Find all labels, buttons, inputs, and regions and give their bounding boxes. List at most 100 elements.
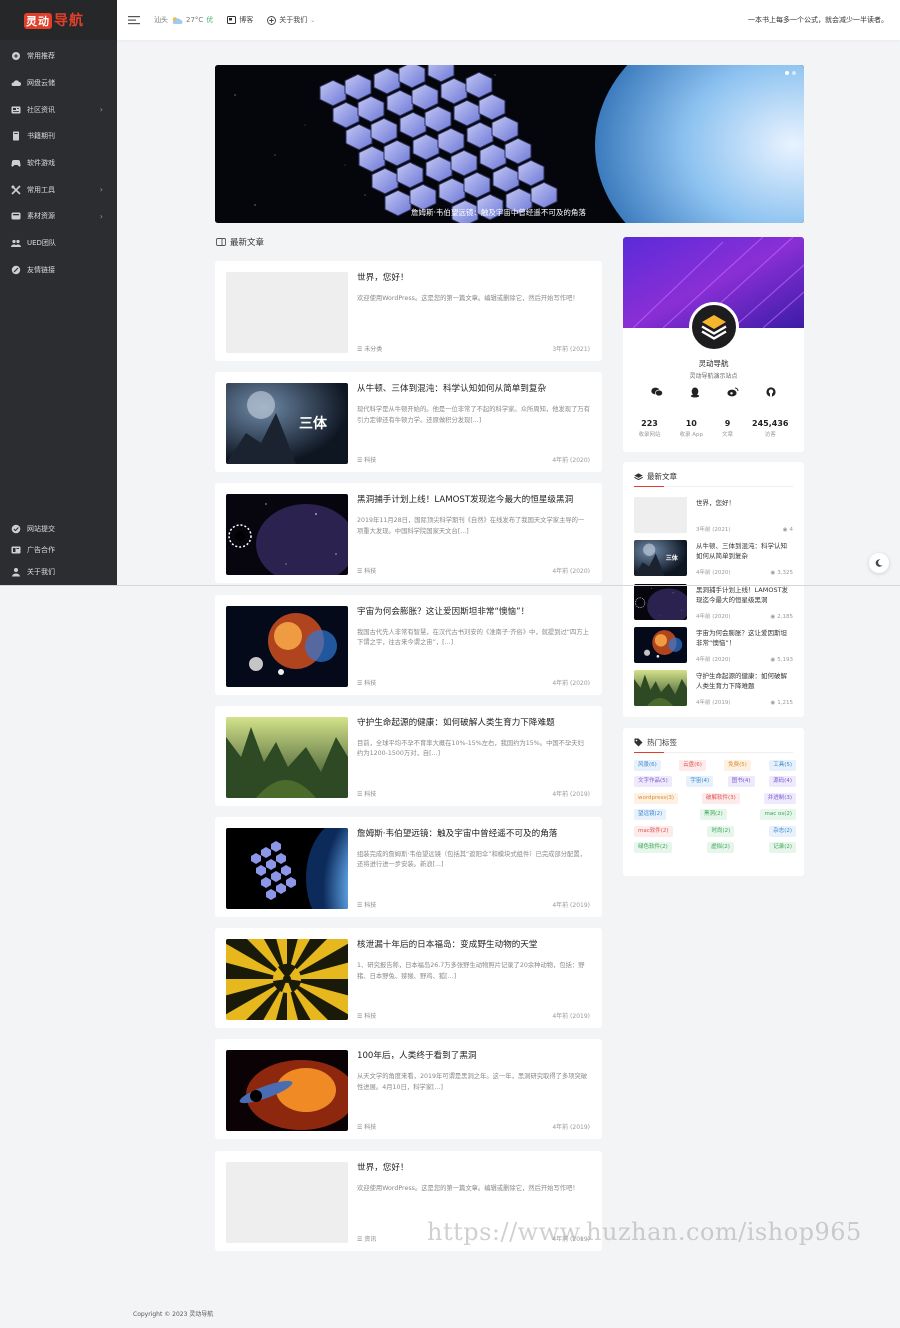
post-category[interactable]: ☰ 未分类 <box>357 344 382 353</box>
tag-chip[interactable]: 并进制(3) <box>763 792 796 804</box>
post-thumbnail-wrap[interactable] <box>226 605 348 687</box>
post-card[interactable]: 100年后，人类终于看到了黑洞 从天文学的角度来看，2019年可谓是黑洞之年。这… <box>215 1039 602 1140</box>
tag-chip[interactable]: 破解软件(3) <box>701 792 740 804</box>
mini-post[interactable]: 黑洞捕手计划上线！LAMOST发现迄今最大的恒星级黑洞 4年前 (2020) ◉… <box>634 583 793 620</box>
sidebar-item[interactable]: 社区资讯 › <box>0 96 117 123</box>
post-category[interactable]: ☰ 科技 <box>357 1122 376 1131</box>
sidebar-item[interactable]: 书籍期刊 <box>0 123 117 150</box>
post-category[interactable]: ☰ 资讯 <box>357 1234 376 1243</box>
post-category[interactable]: ☰ 科技 <box>357 566 376 575</box>
banner-dot[interactable] <box>785 71 789 75</box>
site-logo[interactable]: 灵动 导航 <box>0 0 117 40</box>
tag-chip[interactable]: 源码(4) <box>769 776 796 788</box>
mini-thumbnail-wrap[interactable]: 三体 <box>634 540 687 577</box>
sidebar-item-label: 广告合作 <box>27 546 55 555</box>
mini-post[interactable]: 宇宙为何会膨胀？这让爱因斯坦非常“懊恼”！ 4年前 (2020) ◉ 5,193 <box>634 626 793 663</box>
sidebar-item[interactable]: 关于我们 <box>0 561 117 583</box>
tag-chip[interactable]: mac os(2) <box>760 809 796 821</box>
weather-widget[interactable]: 汕头 27°C 优 <box>154 15 213 25</box>
tag-chip[interactable]: 文字作品(5) <box>634 776 672 788</box>
mini-post-title[interactable]: 黑洞捕手计划上线！LAMOST发现迄今最大的恒星级黑洞 <box>696 585 793 605</box>
sidebar-item[interactable]: 常用工具 › <box>0 176 117 203</box>
avatar[interactable] <box>689 302 739 352</box>
post-title[interactable]: 100年后，人类终于看到了黑洞 <box>357 1050 592 1063</box>
sidebar-item[interactable]: 广告合作 <box>0 540 117 562</box>
github-icon[interactable] <box>766 387 776 397</box>
sidebar-item[interactable]: 网盘云储 <box>0 70 117 97</box>
wechat-icon[interactable] <box>650 387 663 397</box>
tag-chip[interactable]: 杂志(2) <box>769 825 796 837</box>
tag-chip[interactable]: 记录(2) <box>769 841 796 853</box>
post-card[interactable]: 詹姆斯·韦伯望远镜：触及宇宙中曾经遥不可及的角落 组装完成的詹姆斯·韦伯望远镜（… <box>215 816 602 917</box>
post-title[interactable]: 从牛顿、三体到混沌：科学认知如何从简单到复杂 <box>357 383 592 396</box>
tag-chip[interactable]: 风景(6) <box>634 760 661 771</box>
post-category[interactable]: ☰ 科技 <box>357 455 376 464</box>
tag-chip[interactable]: wordpress(3) <box>634 792 679 804</box>
weibo-icon[interactable] <box>727 387 739 397</box>
sidebar-item[interactable]: 常用推荐 <box>0 43 117 70</box>
menu-toggle-icon[interactable] <box>128 15 140 25</box>
post-card[interactable]: 守护生命起源的健康：如何破解人类生育力下降难题 目前，全球平均不孕不育率大概在1… <box>215 705 602 806</box>
post-title[interactable]: 守护生命起源的健康：如何破解人类生育力下降难题 <box>357 717 592 730</box>
about-menu[interactable]: 关于我们 ⌄ <box>267 15 315 25</box>
post-thumbnail-wrap[interactable] <box>226 272 348 353</box>
post-thumbnail-wrap[interactable] <box>226 1161 348 1243</box>
mini-thumbnail-wrap[interactable] <box>634 670 687 707</box>
tag-chip[interactable]: 绿色软件(2) <box>634 841 672 853</box>
post-card[interactable]: 宇宙为何会膨胀？这让爱因斯坦非常“懊恼”！ 我国古代先人非常有智慧，在汉代古书刘… <box>215 594 602 695</box>
mini-thumbnail-wrap[interactable] <box>634 583 687 620</box>
tag-chip[interactable]: 虚拟(2) <box>707 841 734 853</box>
mini-post-title[interactable]: 从牛顿、三体到混沌：科学认知如何从简单到复杂 <box>696 541 793 561</box>
post-title[interactable]: 宇宙为何会膨胀？这让爱因斯坦非常“懊恼”！ <box>357 606 592 619</box>
post-card[interactable]: 世界，您好！ 欢迎使用WordPress。这是您的第一篇文章。编辑或删除它，然后… <box>215 261 602 361</box>
team-icon <box>11 240 21 248</box>
post-card[interactable]: 核泄漏十年后的日本福岛：变成野生动物的天堂 1、研究报告称，日本福岛26.7万多… <box>215 928 602 1029</box>
post-category[interactable]: ☰ 科技 <box>357 789 376 798</box>
sidebar-item[interactable]: 素材资源 › <box>0 203 117 230</box>
tag-chip[interactable]: 云盘(6) <box>679 760 706 771</box>
mini-thumbnail-wrap[interactable] <box>634 497 687 533</box>
post-title[interactable]: 詹姆斯·韦伯望远镜：触及宇宙中曾经遥不可及的角落 <box>357 828 592 841</box>
tag-chip[interactable]: 工具(5) <box>769 760 796 771</box>
post-thumbnail-wrap[interactable]: 三体 <box>226 383 348 465</box>
mini-post[interactable]: 世界，您好！ 3年前 (2021) ◉ 4 <box>634 497 793 533</box>
tag-chip[interactable]: 望远镜(2) <box>634 809 667 821</box>
qq-icon[interactable] <box>690 387 700 398</box>
post-title[interactable]: 黑洞捕手计划上线！LAMOST发现迄今最大的恒星级黑洞 <box>357 494 592 507</box>
post-thumbnail-wrap[interactable] <box>226 1050 348 1132</box>
banner-dot[interactable] <box>792 71 796 75</box>
post-title[interactable]: 核泄漏十年后的日本福岛：变成野生动物的天堂 <box>357 939 592 952</box>
sidebar-item[interactable]: UED团队 <box>0 230 117 257</box>
mini-post-title[interactable]: 宇宙为何会膨胀？这让爱因斯坦非常“懊恼”！ <box>696 628 793 648</box>
mini-post-title[interactable]: 世界，您好！ <box>696 498 793 508</box>
post-thumbnail-wrap[interactable] <box>226 716 348 798</box>
post-title[interactable]: 世界，您好！ <box>357 1162 592 1175</box>
post-category[interactable]: ☰ 科技 <box>357 678 376 687</box>
post-title[interactable]: 世界，您好！ <box>357 272 592 285</box>
mini-thumbnail-wrap[interactable] <box>634 626 687 663</box>
tag-chip[interactable]: 免费(5) <box>724 760 751 771</box>
post-thumbnail-wrap[interactable] <box>226 939 348 1021</box>
tag-chip[interactable]: 图书(4) <box>727 776 755 788</box>
tag-chip[interactable]: 时尚(2) <box>707 825 735 837</box>
tag-chip[interactable]: mac软件(2) <box>634 825 673 837</box>
post-card[interactable]: 黑洞捕手计划上线！LAMOST发现迄今最大的恒星级黑洞 2019年11月28日，… <box>215 483 602 584</box>
banner-pagination[interactable] <box>785 71 796 75</box>
sidebar-item[interactable]: 友情链接 <box>0 257 117 284</box>
post-category[interactable]: ☰ 科技 <box>357 1011 376 1020</box>
mini-post-title[interactable]: 守护生命起源的健康：如何破解人类生育力下降难题 <box>696 671 793 691</box>
post-thumbnail-wrap[interactable] <box>226 827 348 909</box>
mini-post[interactable]: 守护生命起源的健康：如何破解人类生育力下降难题 4年前 (2019) ◉ 1,21… <box>634 670 793 707</box>
sidebar-item[interactable]: 软件游戏 <box>0 150 117 177</box>
tag-chip[interactable]: 黑洞(2) <box>699 809 727 821</box>
sidebar-item-label: 素材资源 <box>27 212 55 221</box>
blog-link[interactable]: 博客 <box>227 15 253 25</box>
post-thumbnail-wrap[interactable] <box>226 494 348 576</box>
tag-chip[interactable]: 宇宙(4) <box>686 776 714 788</box>
theme-toggle-button[interactable] <box>869 553 889 573</box>
post-card[interactable]: 三体 从牛顿、三体到混沌：科学认知如何从简单到复杂 现代科学是从牛顿开始的。他是… <box>215 372 602 473</box>
hero-banner[interactable]: 詹姆斯·韦伯望远镜：触及宇宙中曾经遥不可及的角落 <box>215 65 804 223</box>
sidebar-item[interactable]: 网站提交 <box>0 518 117 540</box>
post-category[interactable]: ☰ 科技 <box>357 900 376 909</box>
mini-post[interactable]: 三体 从牛顿、三体到混沌：科学认知如何从简单到复杂 4年前 (2020) ◉ 3,… <box>634 540 793 577</box>
